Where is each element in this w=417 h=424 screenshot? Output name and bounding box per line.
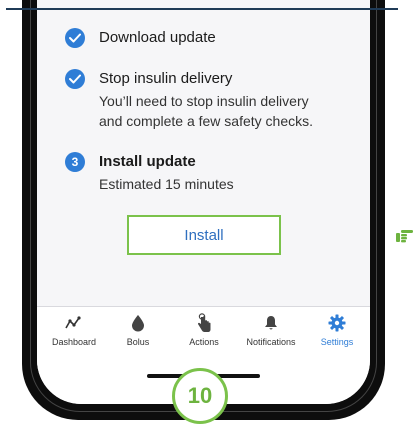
bell-icon — [261, 313, 281, 333]
step-number-circle: 3 — [65, 152, 85, 172]
step-number: 3 — [71, 155, 79, 169]
tab-settings[interactable]: Settings — [307, 313, 367, 347]
hand-tap-icon — [194, 313, 214, 333]
step-title: Install update — [99, 153, 196, 170]
tab-bar: Dashboard Bolus Actions Notifications Se… — [37, 306, 370, 356]
drop-icon — [128, 313, 148, 333]
page: Download update Stop insulin delivery Yo… — [0, 0, 417, 424]
tab-label: Dashboard — [51, 337, 97, 347]
step-download-update: Download update — [65, 28, 216, 48]
check-circle-icon — [65, 28, 85, 48]
pointing-hand-icon — [396, 230, 413, 243]
tab-dashboard[interactable]: Dashboard — [44, 313, 104, 347]
step-install-update: 3 Install update Estimated 15 minutes — [65, 152, 234, 194]
update-steps-panel: Download update Stop insulin delivery Yo… — [37, 0, 370, 306]
check-circle-icon — [65, 69, 85, 89]
step-text: Download update — [99, 28, 216, 48]
step-description-line: You’ll need to stop insulin delivery — [99, 93, 309, 109]
tab-actions[interactable]: Actions — [174, 313, 234, 347]
tab-notifications[interactable]: Notifications — [241, 313, 301, 347]
step-badge: 10 — [172, 368, 228, 424]
step-text: Install update Estimated 15 minutes — [99, 152, 234, 194]
tab-bolus[interactable]: Bolus — [108, 313, 168, 347]
phone-screen: Download update Stop insulin delivery Yo… — [37, 0, 370, 404]
tab-label: Bolus — [126, 337, 150, 347]
tab-label: Notifications — [246, 337, 296, 347]
header-divider — [6, 8, 398, 10]
gear-icon — [327, 313, 347, 333]
step-description-line: and complete a few safety checks. — [99, 113, 313, 129]
tab-label: Settings — [320, 337, 354, 347]
step-text: Stop insulin delivery You’ll need to sto… — [99, 69, 313, 131]
dashboard-trend-icon — [64, 313, 84, 333]
step-title: Download update — [99, 29, 216, 46]
install-button[interactable]: Install — [127, 215, 281, 255]
step-stop-insulin-delivery: Stop insulin delivery You’ll need to sto… — [65, 69, 313, 131]
step-title: Stop insulin delivery — [99, 70, 233, 87]
tab-label: Actions — [189, 337, 219, 347]
step-description-line: Estimated 15 minutes — [99, 176, 234, 192]
